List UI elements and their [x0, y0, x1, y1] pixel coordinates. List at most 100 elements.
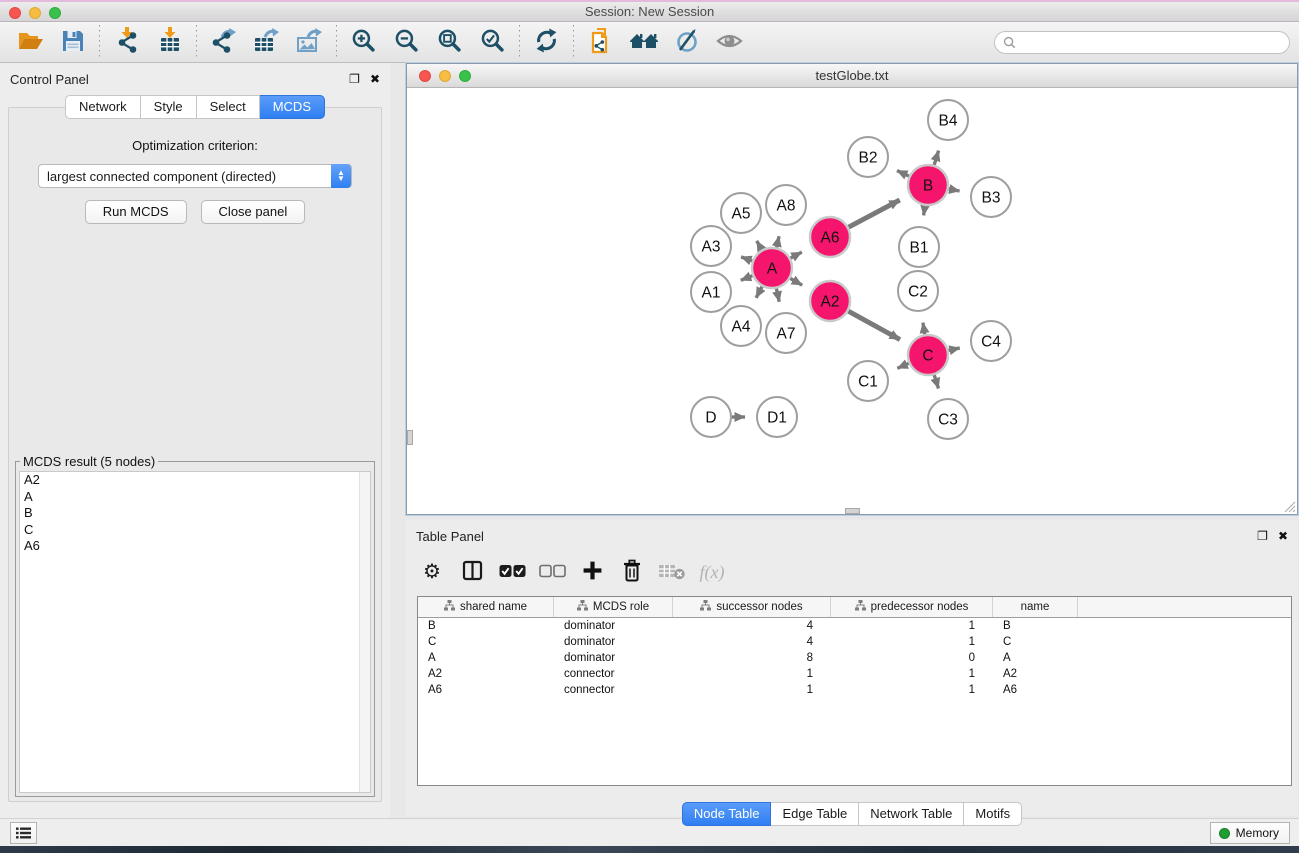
show-graphics-button[interactable] [708, 24, 751, 60]
edge-A6-B[interactable] [849, 200, 900, 227]
column-header-name[interactable]: name [993, 597, 1078, 617]
edge-C-C4[interactable] [948, 348, 959, 351]
close-window-icon[interactable] [9, 7, 21, 19]
edge-A-A2[interactable] [790, 278, 802, 285]
node-B4[interactable]: B4 [928, 100, 968, 140]
node-table[interactable]: shared nameMCDS rolesuccessor nodesprede… [417, 596, 1292, 786]
result-scrollbar[interactable] [359, 472, 370, 792]
network-view-window[interactable]: testGlobe.txt B4B2BB3A8A5A6A3B1AA1C2A2A4… [406, 63, 1298, 515]
result-list-item[interactable]: A2 [20, 472, 370, 489]
result-list-item[interactable]: B [20, 505, 370, 522]
node-C1[interactable]: C1 [848, 361, 888, 401]
node-D[interactable]: D [691, 397, 731, 437]
resize-grip-icon[interactable] [1283, 500, 1296, 513]
close-panel-icon[interactable]: ✖ [370, 73, 380, 85]
result-list-item[interactable]: A6 [20, 538, 370, 555]
network-graph[interactable]: B4B2BB3A8A5A6A3B1AA1C2A2A4A7C4CC1C3DD1 [407, 88, 1297, 515]
network-close-icon[interactable] [419, 70, 431, 82]
open-file-button[interactable] [8, 24, 51, 60]
node-A2[interactable]: A2 [810, 281, 850, 321]
table-row[interactable]: Bdominator41B [418, 618, 1291, 634]
node-B3[interactable]: B3 [971, 177, 1011, 217]
close-table-panel-icon[interactable]: ✖ [1278, 530, 1288, 542]
node-D1[interactable]: D1 [757, 397, 797, 437]
edge-C-C2[interactable] [923, 323, 925, 335]
table-row[interactable]: Cdominator41C [418, 634, 1291, 650]
network-minimize-icon[interactable] [439, 70, 451, 82]
select-all-checkboxes-button[interactable] [492, 555, 532, 589]
result-list-item[interactable]: C [20, 522, 370, 539]
tab-mcds[interactable]: MCDS [260, 95, 325, 119]
tab-style[interactable]: Style [141, 95, 197, 119]
network-canvas[interactable]: B4B2BB3A8A5A6A3B1AA1C2A2A4A7C4CC1C3DD1 [407, 88, 1297, 514]
window-controls[interactable] [9, 7, 61, 19]
node-C4[interactable]: C4 [971, 321, 1011, 361]
table-row[interactable]: A6connector11A6 [418, 682, 1291, 698]
edge-B-B4[interactable] [934, 151, 938, 165]
zoom-selected-button[interactable] [471, 24, 514, 60]
table-row[interactable]: A2connector11A2 [418, 666, 1291, 682]
export-network-button[interactable] [202, 24, 245, 60]
node-A1[interactable]: A1 [691, 272, 731, 312]
optimization-criterion-dropdown[interactable]: largest connected component (directed) ▲… [38, 164, 352, 188]
minimize-window-icon[interactable] [29, 7, 41, 19]
edge-A-A6[interactable] [791, 252, 802, 258]
edge-C-C1[interactable] [897, 363, 908, 368]
column-header-MCDS-role[interactable]: MCDS role [554, 597, 673, 617]
network-zoom-icon[interactable] [459, 70, 471, 82]
split-columns-button[interactable] [452, 555, 492, 589]
edge-C-C3[interactable] [934, 375, 938, 388]
edge-A-A7[interactable] [776, 289, 779, 302]
delete-columns-button[interactable] [612, 555, 652, 589]
tab-node-table[interactable]: Node Table [682, 802, 772, 826]
search-input[interactable] [1016, 32, 1289, 53]
new-network-from-selection-button[interactable] [579, 24, 622, 60]
zoom-fit-button[interactable] [428, 24, 471, 60]
edge-A2-C[interactable] [848, 311, 900, 339]
home-button[interactable] [622, 24, 665, 60]
zoom-in-button[interactable] [342, 24, 385, 60]
search-box[interactable] [994, 31, 1290, 54]
hide-annotations-button[interactable] [665, 24, 708, 60]
refresh-button[interactable] [525, 24, 568, 60]
close-panel-button[interactable]: Close panel [201, 200, 306, 224]
node-C[interactable]: C [908, 335, 948, 375]
edge-A-A5[interactable] [757, 241, 762, 250]
table-row[interactable]: Adominator80A [418, 650, 1291, 666]
result-list-item[interactable]: A [20, 489, 370, 506]
node-A[interactable]: A [752, 248, 792, 288]
vertical-scroll-nub[interactable] [407, 430, 413, 445]
node-A5[interactable]: A5 [721, 193, 761, 233]
run-mcds-button[interactable]: Run MCDS [85, 200, 187, 224]
node-C2[interactable]: C2 [898, 271, 938, 311]
tab-network-table[interactable]: Network Table [859, 802, 964, 826]
column-header-predecessor-nodes[interactable]: predecessor nodes [831, 597, 993, 617]
mcds-result-list[interactable]: A2ABCA6 [19, 471, 371, 793]
column-header-shared-name[interactable]: shared name [418, 597, 554, 617]
node-B2[interactable]: B2 [848, 137, 888, 177]
float-panel-icon[interactable]: ❐ [349, 73, 360, 85]
import-table-button[interactable] [148, 24, 191, 60]
edge-B-B3[interactable] [949, 189, 960, 191]
zoom-window-icon[interactable] [49, 7, 61, 19]
edge-A-A1[interactable] [741, 276, 753, 281]
tab-edge-table[interactable]: Edge Table [771, 802, 859, 826]
column-header-successor-nodes[interactable]: successor nodes [673, 597, 831, 617]
import-network-button[interactable] [105, 24, 148, 60]
deselect-checkboxes-button[interactable] [532, 555, 572, 589]
node-A6[interactable]: A6 [810, 217, 850, 257]
edge-B-B1[interactable] [924, 206, 925, 216]
node-C3[interactable]: C3 [928, 399, 968, 439]
gear-button[interactable]: ⚙ [412, 555, 452, 589]
edge-B-B2[interactable] [897, 171, 909, 177]
node-B[interactable]: B [908, 165, 948, 205]
save-session-button[interactable] [51, 24, 94, 60]
node-A7[interactable]: A7 [766, 313, 806, 353]
horizontal-scroll-nub[interactable] [845, 508, 860, 514]
float-table-panel-icon[interactable]: ❐ [1257, 530, 1268, 542]
tab-select[interactable]: Select [197, 95, 260, 119]
export-table-button[interactable] [245, 24, 288, 60]
node-A3[interactable]: A3 [691, 226, 731, 266]
zoom-out-button[interactable] [385, 24, 428, 60]
edge-A-A3[interactable] [741, 257, 752, 261]
